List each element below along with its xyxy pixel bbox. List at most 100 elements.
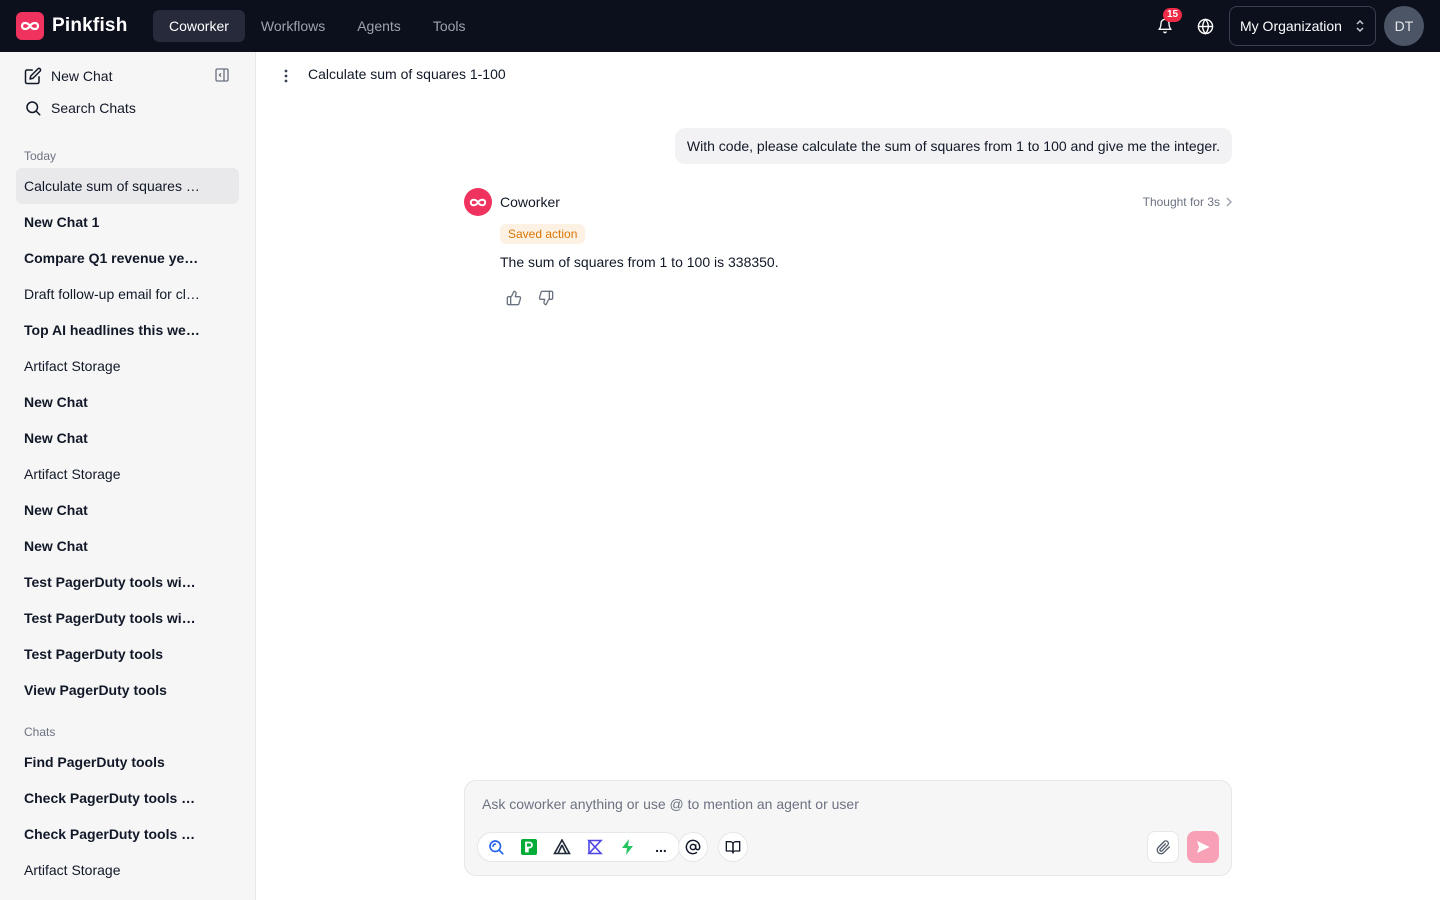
tab-agents[interactable]: Agents xyxy=(341,10,417,42)
search-chats-button[interactable]: Search Chats xyxy=(24,99,136,117)
tool-shortcuts: ... xyxy=(477,832,680,862)
message-feedback xyxy=(506,290,556,308)
search-tool-icon xyxy=(489,840,504,855)
chat-item-label: Draft follow-up email for client xyxy=(24,286,200,302)
chat-item-label: View PagerDuty tools xyxy=(24,682,167,698)
knowledge-button[interactable] xyxy=(718,832,748,862)
sidebar-chat-item[interactable]: Check PagerDuty tools available xyxy=(16,780,239,816)
thought-label: Thought for 3s xyxy=(1142,195,1220,209)
sidebar-chat-item[interactable]: New Chat xyxy=(16,528,239,564)
sidebar-chat-item[interactable]: New Chat xyxy=(16,384,239,420)
paperclip-icon xyxy=(1156,839,1170,854)
chevron-right-icon xyxy=(1226,197,1232,207)
main-nav: Coworker Workflows Agents Tools xyxy=(153,10,482,42)
thumbs-down-button[interactable] xyxy=(538,290,556,308)
sidebar-chat-item[interactable]: New Chat xyxy=(16,492,239,528)
new-chat-label: New Chat xyxy=(51,68,113,84)
chat-item-label: Compare Q1 revenue year over year xyxy=(24,250,200,266)
sidebar: New Chat Search Chats Today Calculate su… xyxy=(0,52,256,900)
search-chats-label: Search Chats xyxy=(51,100,136,116)
user-avatar[interactable]: DT xyxy=(1384,6,1424,46)
send-button[interactable] xyxy=(1187,831,1219,863)
tab-coworker[interactable]: Coworker xyxy=(153,10,245,42)
attach-file-button[interactable] xyxy=(1147,831,1179,863)
chat-item-label: Artifact Storage xyxy=(24,358,121,374)
thumbs-up-button[interactable] xyxy=(506,290,524,308)
sidebar-collapse-icon xyxy=(215,68,229,82)
message-input[interactable] xyxy=(482,796,1182,812)
chat-item-label: Test PagerDuty tools with services xyxy=(24,610,200,626)
sidebar-chat-item[interactable]: Test PagerDuty tools with services xyxy=(16,600,239,636)
brand[interactable]: Pinkfish xyxy=(16,12,128,40)
chat-item-label: New Chat xyxy=(24,394,88,410)
sidebar-chat-item[interactable]: Artifact Storage xyxy=(16,456,239,492)
pinkfish-logo-icon xyxy=(469,198,487,206)
notifications-button[interactable]: 15 xyxy=(1145,6,1185,46)
tab-tools[interactable]: Tools xyxy=(417,10,482,42)
chat-item-label: New Chat xyxy=(24,430,88,446)
chat-item-label: New Chat xyxy=(24,538,88,554)
drive-tool-button[interactable] xyxy=(550,835,574,859)
more-tools-button[interactable]: ... xyxy=(649,835,673,859)
coworker-avatar xyxy=(464,188,492,216)
thumbs-up-icon xyxy=(506,290,522,306)
chat-title: Calculate sum of squares 1-100 xyxy=(308,66,506,82)
chat-item-label: Find PagerDuty tools xyxy=(24,754,165,770)
send-icon xyxy=(1197,841,1210,853)
sidebar-chat-item[interactable]: Compare Q1 revenue year over year xyxy=(16,240,239,276)
sidebar-chat-item[interactable]: Artifact Storage xyxy=(16,852,239,888)
globe-icon xyxy=(1197,17,1213,35)
chevron-up-down-icon xyxy=(1356,19,1364,33)
notification-count-badge: 15 xyxy=(1163,8,1183,22)
top-right-controls: 15 My Organization DT xyxy=(1145,6,1424,46)
search-tool-button[interactable] xyxy=(484,835,508,859)
assistant-message: The sum of squares from 1 to 100 is 3383… xyxy=(500,254,779,270)
chat-options-button[interactable] xyxy=(276,66,296,86)
linear-tool-button[interactable] xyxy=(583,835,607,859)
organization-select[interactable]: My Organization xyxy=(1229,6,1376,46)
assistant-name: Coworker xyxy=(500,194,560,210)
collapse-sidebar-button[interactable] xyxy=(214,67,232,85)
sidebar-chat-item[interactable]: View PagerDuty tools xyxy=(16,672,239,708)
chat-item-label: Artifact Storage xyxy=(24,466,121,482)
book-open-icon xyxy=(725,841,741,854)
organization-name: My Organization xyxy=(1240,18,1342,34)
edit-icon xyxy=(24,67,42,85)
lightning-icon xyxy=(622,839,633,855)
chat-item-label: New Chat xyxy=(24,502,88,518)
pagerduty-tool-button[interactable] xyxy=(517,835,541,859)
chat-item-label: Artifact Storage xyxy=(24,862,121,878)
sidebar-chat-item[interactable]: Artifact Storage xyxy=(16,348,239,384)
triangle-logo-icon xyxy=(553,839,571,855)
sidebar-chat-item[interactable]: New Chat 1 xyxy=(16,204,239,240)
chat-item-label: Check PagerDuty tools available xyxy=(24,790,200,806)
thought-toggle[interactable]: Thought for 3s xyxy=(1143,195,1232,209)
language-button[interactable] xyxy=(1185,6,1225,46)
hourglass-logo-icon xyxy=(587,839,603,855)
sidebar-chat-item[interactable]: Test PagerDuty tools with incidents xyxy=(16,564,239,600)
sidebar-chat-item[interactable]: New Chat xyxy=(16,420,239,456)
user-message: With code, please calculate the sum of s… xyxy=(674,128,1232,164)
search-icon xyxy=(26,101,41,116)
message-composer: ... xyxy=(464,780,1232,876)
saved-action-badge[interactable]: Saved action xyxy=(500,224,586,244)
chat-item-label: Calculate sum of squares 1-100 xyxy=(24,178,200,194)
section-label-chats: Chats xyxy=(24,725,56,739)
brand-name: Pinkfish xyxy=(52,15,128,36)
sidebar-chat-item[interactable]: Check PagerDuty tools access xyxy=(16,816,239,852)
chat-main: Calculate sum of squares 1-100 With code… xyxy=(256,52,1440,900)
mention-button[interactable] xyxy=(678,832,708,862)
new-chat-button[interactable]: New Chat xyxy=(24,67,112,85)
sidebar-chat-item[interactable]: Top AI headlines this week xyxy=(16,312,239,348)
sidebar-chat-item[interactable]: Test PagerDuty tools xyxy=(16,636,239,672)
at-sign-icon xyxy=(685,839,701,855)
sidebar-chat-item[interactable]: Calculate sum of squares 1-100 xyxy=(16,168,239,204)
sidebar-chat-item[interactable]: Draft follow-up email for client xyxy=(16,276,239,312)
more-vertical-icon xyxy=(284,69,288,83)
top-navigation-bar: Pinkfish Coworker Workflows Agents Tools… xyxy=(0,0,1440,52)
thumbs-down-icon xyxy=(538,290,554,306)
actions-tool-button[interactable] xyxy=(616,835,640,859)
sidebar-chat-item[interactable]: Find PagerDuty tools xyxy=(16,744,239,780)
chat-item-label: New Chat 1 xyxy=(24,214,100,230)
tab-workflows[interactable]: Workflows xyxy=(245,10,341,42)
